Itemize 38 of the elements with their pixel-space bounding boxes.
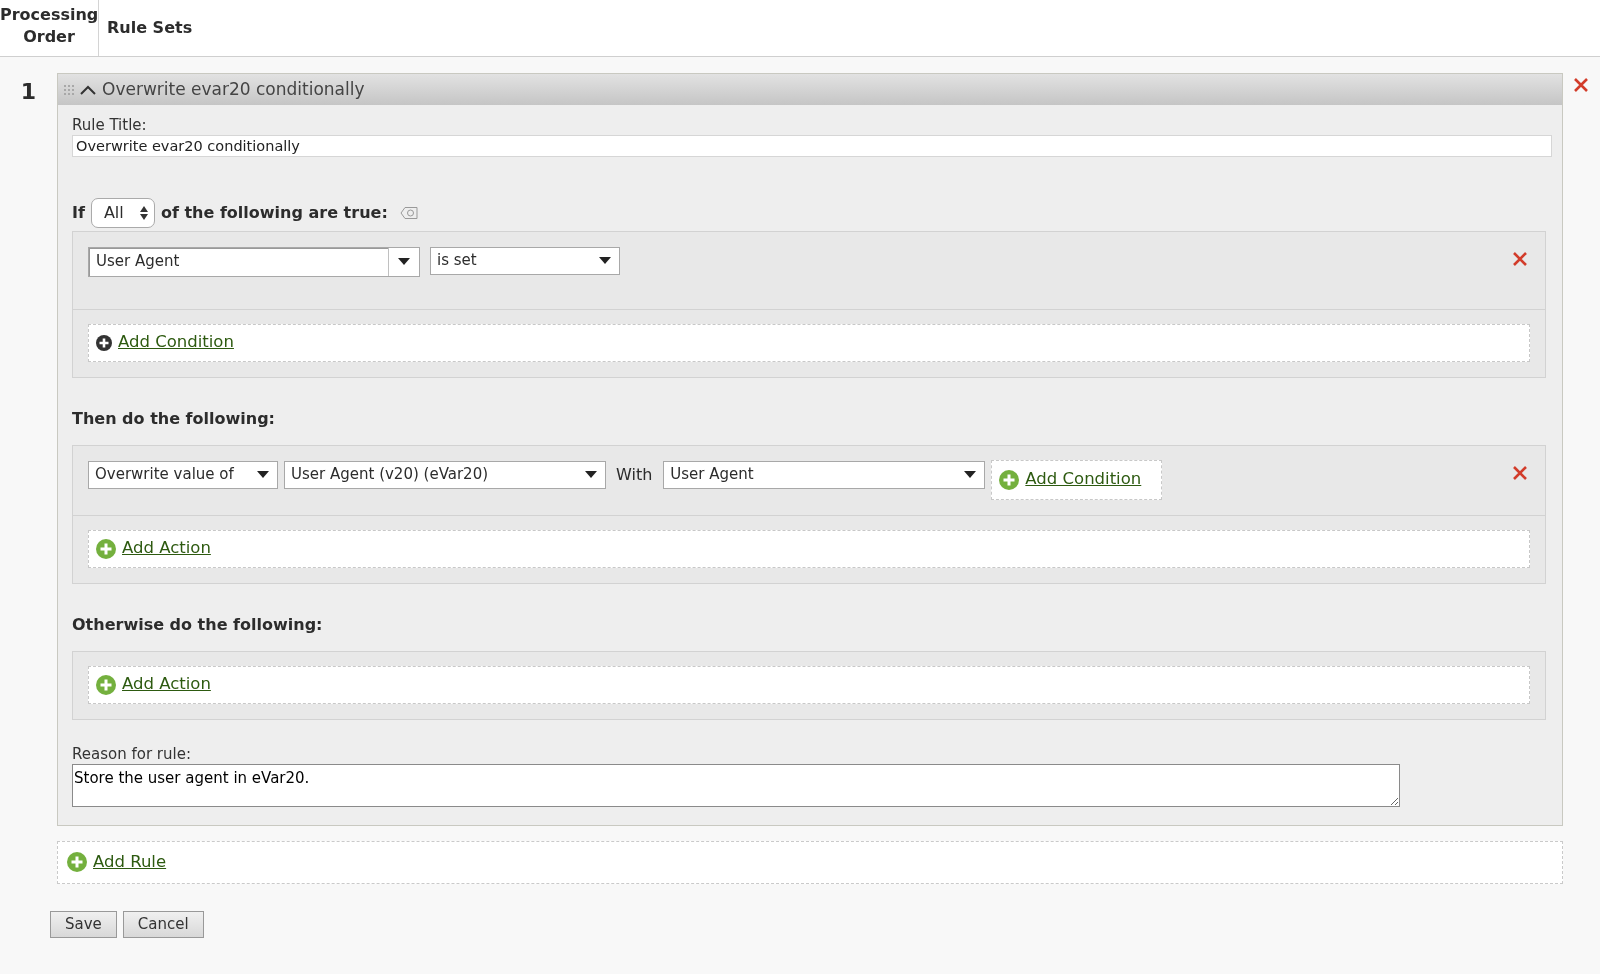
- variable-dropdown[interactable]: User Agent (v20) (eVar20): [284, 460, 606, 489]
- match-select[interactable]: All: [90, 197, 155, 228]
- with-label: With: [616, 463, 653, 486]
- add-rule-link[interactable]: Add Rule: [93, 849, 167, 875]
- caret-icon: [257, 471, 269, 478]
- add-action-link[interactable]: Add Action: [122, 536, 211, 561]
- close-icon[interactable]: [1513, 465, 1527, 480]
- caret-icon: [398, 258, 410, 265]
- close-icon[interactable]: [1574, 78, 1588, 92]
- save-button[interactable]: Save: [50, 910, 117, 938]
- column-header: Rule Sets: [106, 17, 193, 39]
- up-down-arrow-icon: [139, 205, 148, 220]
- drag-handle-icon[interactable]: [64, 84, 74, 95]
- add-icon[interactable]: [96, 334, 112, 351]
- chevron-icon[interactable]: [80, 84, 96, 95]
- rule-title: Overwrite evar20 conditionally: [102, 77, 365, 101]
- caret-icon: [599, 257, 611, 264]
- value-dropdown[interactable]: User Agent: [663, 460, 986, 489]
- action-dropdown[interactable]: Overwrite value of: [88, 460, 278, 489]
- reason-textarea[interactable]: Store the user agent in eVar20.: [72, 763, 1400, 807]
- section-heading: Otherwise do the following:: [72, 613, 324, 636]
- cancel-button[interactable]: Cancel: [122, 910, 204, 938]
- caret-icon: [964, 471, 977, 478]
- field-combobox[interactable]: User Agent: [88, 246, 420, 277]
- close-icon[interactable]: [1513, 251, 1527, 266]
- field-label: Rule Title:: [72, 115, 148, 135]
- rule-number: 1: [19, 78, 38, 106]
- operator-dropdown[interactable]: is set: [430, 246, 620, 275]
- caret-icon: [585, 471, 597, 478]
- column-header: Processing Order: [0, 0, 99, 56]
- condition-label: of the following are true:: [160, 201, 388, 224]
- add-condition-link[interactable]: Add Condition: [118, 330, 234, 355]
- condition-label: If: [72, 201, 85, 224]
- field-label: Reason for rule:: [72, 743, 192, 764]
- add-action-link[interactable]: Add Action: [122, 672, 211, 697]
- help-icon[interactable]: [399, 205, 418, 220]
- rule-title-input[interactable]: Overwrite evar20 conditionally: [72, 135, 1552, 157]
- section-heading: Then do the following:: [72, 407, 276, 430]
